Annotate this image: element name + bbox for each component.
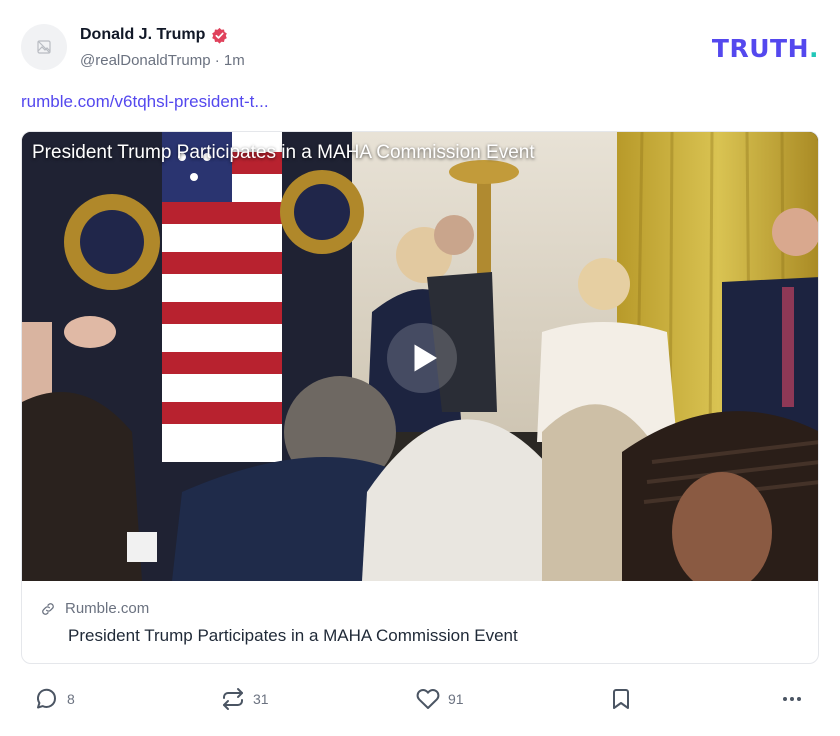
avatar[interactable] — [21, 24, 67, 70]
reply-count: 8 — [67, 691, 75, 707]
more-horizontal-icon — [783, 697, 801, 701]
like-button[interactable]: 91 — [416, 687, 464, 711]
author-handle[interactable]: @realDonaldTrump — [80, 52, 211, 69]
retruth-button[interactable]: 31 — [221, 687, 269, 711]
link-source: Rumble.com — [65, 600, 150, 617]
video-title-overlay: President Trump Participates in a MAHA C… — [32, 142, 535, 163]
author-display-name[interactable]: Donald J. Trump — [80, 26, 205, 44]
like-count: 91 — [448, 691, 464, 707]
logo-text: TRUTH — [711, 34, 809, 63]
video-player[interactable]: President Trump Participates in a MAHA C… — [22, 132, 818, 581]
link-preview-card[interactable]: President Trump Participates in a MAHA C… — [21, 131, 819, 664]
repost-icon — [223, 688, 243, 710]
link-preview-meta: Rumble.com President Trump Participates … — [22, 581, 818, 663]
retruth-count: 31 — [253, 691, 269, 707]
post-actions-bar: 8 31 91 — [21, 684, 821, 714]
truth-social-logo[interactable]: TRUTH. — [712, 34, 819, 63]
play-icon — [414, 344, 437, 372]
link-icon — [42, 602, 54, 615]
more-options-button[interactable] — [780, 687, 804, 711]
bookmark-icon — [613, 689, 629, 709]
image-placeholder-icon — [37, 40, 51, 54]
post-timestamp[interactable]: 1m — [224, 52, 245, 69]
heart-icon — [416, 689, 440, 709]
author-meta: @realDonaldTrump · 1m — [80, 52, 245, 69]
author-name-row: Donald J. Trump — [80, 26, 228, 44]
bookmark-button[interactable] — [609, 687, 633, 711]
comment-icon — [37, 688, 57, 709]
post-link[interactable]: rumble.com/v6tqhsl-president-t... — [21, 92, 269, 112]
reply-button[interactable]: 8 — [35, 687, 75, 711]
play-button[interactable] — [387, 323, 457, 393]
link-preview-title[interactable]: President Trump Participates in a MAHA C… — [68, 626, 518, 646]
post-header: Donald J. Trump @realDonaldTrump · 1m TR… — [21, 24, 821, 74]
meta-separator: · — [210, 52, 224, 69]
logo-dot: . — [809, 34, 819, 63]
verified-badge-icon — [211, 27, 228, 44]
link-source-row: Rumble.com — [40, 600, 149, 617]
